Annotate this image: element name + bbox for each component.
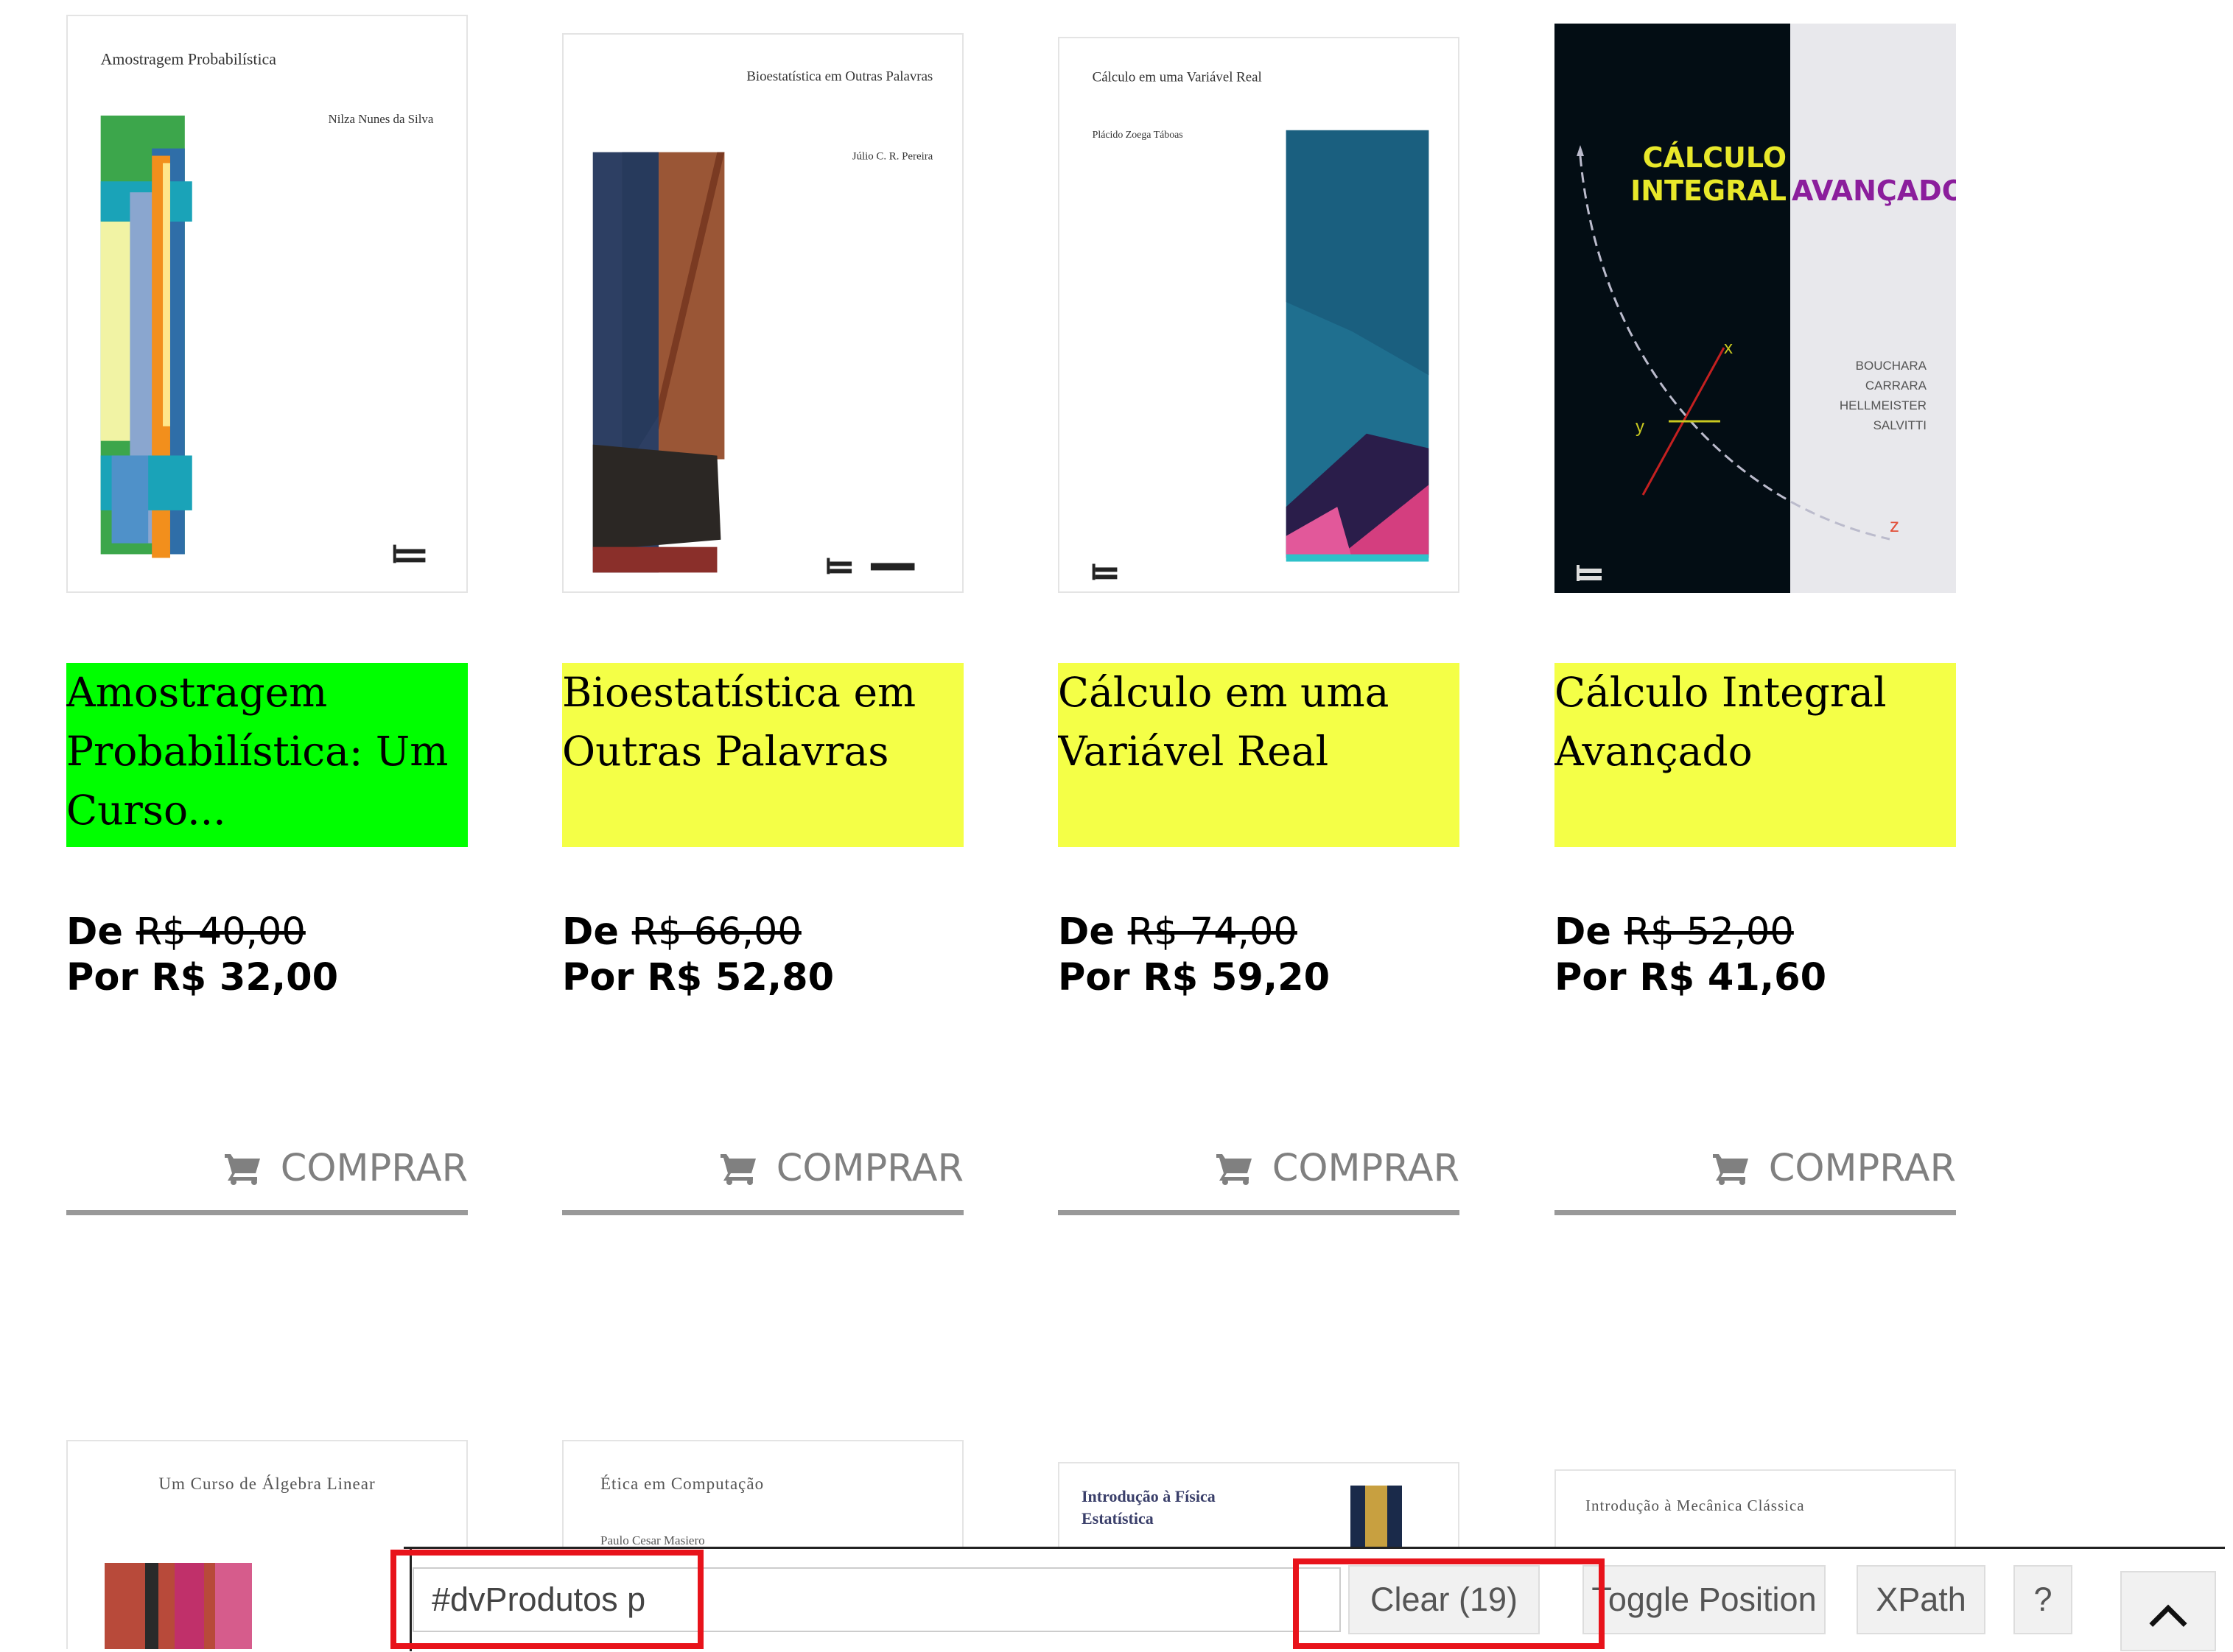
cover-art: CÁLCULO INTEGRAL AVANÇADO x y z BOUCHARA… xyxy=(1554,24,1956,593)
cover-art: Amostragem Probabilística Nilza Nunes da… xyxy=(100,50,434,563)
buy-button[interactable]: COMPRAR xyxy=(66,1127,468,1215)
buy-button[interactable]: COMPRAR xyxy=(562,1127,964,1215)
buy-label: COMPRAR xyxy=(776,1147,964,1190)
book-cover-etica-computacao[interactable]: Ética em Computação Paulo Cesar Masiero xyxy=(562,1440,964,1547)
cover-author: BOUCHARA xyxy=(1856,359,1927,373)
cover-title: Ética em Computação xyxy=(600,1475,765,1493)
highlight-selector-input xyxy=(390,1550,704,1649)
cart-icon xyxy=(1712,1153,1748,1185)
product-price: De R$ 40,00 Por R$ 32,00 xyxy=(66,910,479,1001)
price-from-label: De xyxy=(1554,910,1611,954)
book-cover-bioestatistica[interactable]: Bioestatística em Outras Palavras Júlio … xyxy=(562,33,964,593)
price-original: R$ 40,00 xyxy=(136,910,306,954)
toggle-position-button[interactable]: Toggle Position xyxy=(1582,1565,1826,1634)
price-from-label: De xyxy=(562,910,619,954)
buy-button[interactable]: COMPRAR xyxy=(1554,1127,1956,1215)
cart-icon xyxy=(720,1153,756,1185)
help-button[interactable]: ? xyxy=(2013,1565,2072,1634)
product-price: De R$ 52,00 Por R$ 41,60 xyxy=(1554,910,1967,1001)
cover-author: CARRARA xyxy=(1865,379,1927,393)
price-discount: Por R$ 41,60 xyxy=(1554,956,1827,999)
cover-author: SALVITTI xyxy=(1873,418,1927,432)
cover-art xyxy=(1350,1486,1402,1547)
product-price: De R$ 74,00 Por R$ 59,20 xyxy=(1058,910,1470,1001)
product-title[interactable]: Cálculo em uma Variável Real xyxy=(1058,663,1459,847)
price-discount: Por R$ 32,00 xyxy=(66,956,339,999)
cover-title: Introdução à Mecânica Clássica xyxy=(1585,1497,1805,1514)
book-cover-fisica-estatistica[interactable]: Introdução à Física Estatística xyxy=(1058,1462,1459,1547)
cover-title: Amostragem Probabilística xyxy=(101,50,277,68)
book-cover-calculo-integral[interactable]: CÁLCULO INTEGRAL AVANÇADO x y z BOUCHARA… xyxy=(1554,24,1956,593)
product-title[interactable]: Cálculo Integral Avançado xyxy=(1554,663,1956,847)
axis-y-label: y xyxy=(1636,417,1644,437)
book-cover-amostragem[interactable]: Amostragem Probabilística Nilza Nunes da… xyxy=(66,15,468,593)
price-from-label: De xyxy=(66,910,123,954)
book-cover-mecanica-classica[interactable]: Introdução à Mecânica Clássica xyxy=(1554,1469,1956,1547)
cover-art: Cálculo em uma Variável Real Plácido Zoe… xyxy=(1092,69,1429,580)
cover-title-3: AVANÇADO xyxy=(1792,175,1956,207)
product-title[interactable]: Amostragem Probabilística: Um Curso... xyxy=(66,663,468,847)
axis-z-label: z xyxy=(1890,514,1899,536)
price-original: R$ 74,00 xyxy=(1127,910,1297,954)
cart-icon xyxy=(1216,1153,1252,1185)
price-from-label: De xyxy=(1058,910,1115,954)
cover-author: Paulo Cesar Masiero xyxy=(600,1533,705,1547)
highlight-clear-button xyxy=(1293,1558,1605,1649)
price-original: R$ 52,00 xyxy=(1624,910,1794,954)
chevron-up-icon xyxy=(2149,1604,2187,1627)
cover-art: Bioestatística em Outras Palavras Júlio … xyxy=(592,68,933,574)
cover-title-1: CÁLCULO xyxy=(1643,141,1787,174)
cart-icon xyxy=(224,1153,260,1185)
price-discount: Por R$ 59,20 xyxy=(1058,956,1331,999)
buy-label: COMPRAR xyxy=(1272,1147,1459,1190)
cover-author: Nilza Nunes da Silva xyxy=(329,112,434,126)
price-discount: Por R$ 52,80 xyxy=(562,956,835,999)
cover-art xyxy=(105,1563,252,1649)
price-original: R$ 66,00 xyxy=(631,910,802,954)
cover-title-2: INTEGRAL xyxy=(1630,175,1787,207)
product-price: De R$ 66,00 Por R$ 52,80 xyxy=(562,910,975,1001)
buy-button[interactable]: COMPRAR xyxy=(1058,1127,1459,1215)
xpath-button[interactable]: XPath xyxy=(1857,1565,1985,1634)
cover-title: Cálculo em uma Variável Real xyxy=(1093,69,1262,85)
cover-author: Júlio C. R. Pereira xyxy=(852,151,933,163)
cover-author: HELLMEISTER xyxy=(1840,398,1927,412)
book-cover-calculo-variavel[interactable]: Cálculo em uma Variável Real Plácido Zoe… xyxy=(1058,37,1459,593)
cover-title: Um Curso de Álgebra Linear xyxy=(158,1475,376,1493)
cover-author: Plácido Zoega Táboas xyxy=(1093,130,1183,141)
cover-title: Introdução à Física Estatística xyxy=(1082,1487,1216,1528)
buy-label: COMPRAR xyxy=(280,1147,468,1190)
product-title[interactable]: Bioestatística em Outras Palavras xyxy=(562,663,964,847)
cover-title: Bioestatística em Outras Palavras xyxy=(746,68,933,84)
axis-x-label: x xyxy=(1724,338,1733,358)
collapse-button[interactable] xyxy=(2120,1571,2216,1651)
buy-label: COMPRAR xyxy=(1768,1147,1956,1190)
